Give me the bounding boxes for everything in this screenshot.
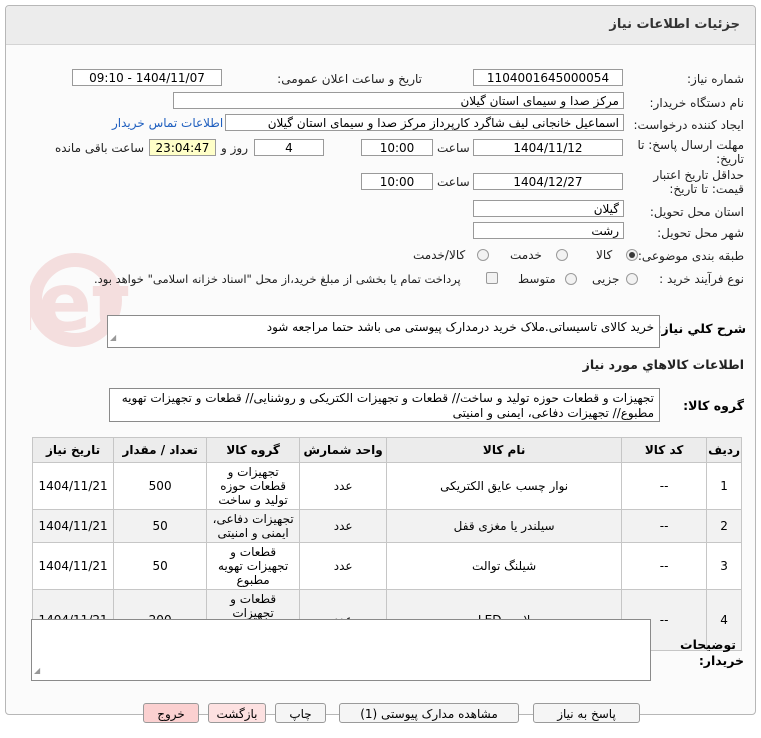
validity-label: حداقل تاریخ اعتبار (653, 168, 744, 182)
cell-group: تجهیزات دفاعی، ایمنی و امنیتی (206, 509, 301, 543)
buyer-notes-textarea[interactable]: ◢ (31, 619, 651, 681)
col-unit: واحد شمارش (299, 437, 388, 463)
cell-row: 2 (706, 509, 742, 543)
col-date: تاریخ نیاز (31, 437, 115, 463)
col-qty: تعداد / مقدار (113, 437, 208, 463)
cell-name: شیلنگ توالت (386, 542, 623, 590)
view-attachments-button[interactable]: مشاهده مدارک پیوستی (1) (339, 703, 519, 723)
process-option-minor: جزیی (592, 272, 620, 286)
goods-group-text: تجهیزات و قطعات حوزه تولید و ساخت// قطعا… (121, 391, 654, 420)
validity-label-2: قیمت: تا تاریخ: (669, 182, 744, 196)
cell-unit: عدد (299, 542, 388, 590)
cell-code: -- (621, 462, 708, 510)
cell-row: 3 (706, 542, 742, 590)
buyer-org-field: مرکز صدا و سیمای استان گیلان (173, 92, 624, 109)
table-header-row: ردیف کد کالا نام کالا واحد شمارش گروه کا… (31, 437, 742, 463)
back-button[interactable]: بازگشت (208, 703, 266, 723)
days-label: روز و (221, 141, 248, 155)
category-option-both: کالا/خدمت (413, 248, 466, 262)
deadline-time-field: 10:00 (361, 139, 433, 156)
process-radio-minor[interactable] (626, 273, 638, 285)
validity-date-field: 1404/12/27 (473, 173, 623, 190)
cell-code: -- (621, 542, 708, 590)
exit-button[interactable]: خروج (143, 703, 199, 723)
category-radio-service[interactable] (556, 249, 568, 261)
print-button[interactable]: چاپ (275, 703, 326, 723)
process-label: نوع فرآیند خرید : (659, 272, 744, 286)
category-radio-both[interactable] (477, 249, 489, 261)
deadline-date-field: 1404/11/12 (473, 139, 623, 156)
requester-label: ایجاد کننده درخواست: (633, 118, 744, 132)
cell-date: 1404/11/21 (31, 509, 115, 543)
contact-buyer-link[interactable]: اطلاعات تماس خریدار (112, 116, 223, 130)
goods-section-title: اطلاعات کالاهاي مورد نياز (582, 357, 744, 372)
col-code: کد کالا (621, 437, 708, 463)
panel-header: جزئیات اطلاعات نیاز (6, 6, 755, 45)
category-label: طبقه بندی موضوعی: (637, 249, 744, 263)
cell-group: تجهیزات و قطعات حوزه تولید و ساخت (206, 462, 301, 510)
province-label: استان محل تحویل: (649, 205, 744, 219)
buyer-org-label: نام دستگاه خریدار: (649, 96, 745, 110)
table-row: 3 -- شیلنگ توالت عدد قطعات و تجهیزات تهو… (31, 542, 742, 590)
description-text: خرید کالای تاسیساتی.ملاک خرید درمدارک پی… (266, 320, 654, 334)
cell-unit: عدد (299, 509, 388, 543)
description-label: شرح کلي نياز: (656, 321, 746, 336)
category-radio-goods[interactable] (626, 249, 638, 261)
payment-note: پرداخت تمام یا بخشی از مبلغ خرید،از محل … (94, 272, 461, 286)
description-textarea: خرید کالای تاسیساتی.ملاک خرید درمدارک پی… (107, 315, 660, 348)
category-option-service: خدمت (510, 248, 542, 262)
requester-field: اسماعیل خانجانی لیف شاگرد کارپرداز مرکز … (225, 114, 624, 131)
province-field: گیلان (473, 200, 624, 217)
table-row: 1 -- نوار چسب عایق الکتریکی عدد تجهیزات … (31, 462, 742, 510)
need-number-label: شماره نیاز: (687, 72, 744, 86)
validity-time-label: ساعت (437, 175, 470, 189)
resize-grip-icon: ◢ (110, 333, 117, 342)
reply-button[interactable]: پاسخ به نیاز (533, 703, 640, 723)
buyer-notes-label-2: خریدار: (698, 653, 744, 668)
process-option-medium: متوسط (518, 272, 556, 286)
city-field: رشت (473, 222, 624, 239)
col-row: ردیف (706, 437, 742, 463)
col-group: گروه کالا (206, 437, 301, 463)
need-number-field: 1104001645000054 (473, 69, 623, 86)
remaining-time-field: 23:04:47 (149, 139, 216, 156)
days-field: 4 (254, 139, 324, 156)
announce-field: 1404/11/07 - 09:10 (72, 69, 222, 86)
announce-label: تاریخ و ساعت اعلان عمومی: (277, 72, 422, 86)
cell-group: قطعات و تجهیزات تهویه مطبوع (206, 542, 301, 590)
validity-time-field: 10:00 (361, 173, 433, 190)
category-option-goods: کالا (596, 248, 613, 262)
city-label: شهر محل تحویل: (657, 226, 744, 240)
remaining-label: ساعت باقی مانده (55, 141, 145, 155)
col-name: نام کالا (386, 437, 623, 463)
cell-qty: 50 (113, 509, 208, 543)
goods-group-label: گروه کالا: (683, 398, 744, 413)
table-row: 2 -- سیلندر یا مغزی قفل عدد تجهیزات دفاع… (31, 509, 742, 543)
deadline-label: مهلت ارسال پاسخ: تا (637, 138, 744, 152)
cell-date: 1404/11/21 (31, 462, 115, 510)
process-radio-medium[interactable] (565, 273, 577, 285)
cell-code: -- (621, 509, 708, 543)
cell-row: 1 (706, 462, 742, 510)
buyer-notes-label: توضیحات (680, 637, 736, 652)
deadline-time-label: ساعت (437, 141, 470, 155)
resize-grip-icon: ◢ (34, 666, 41, 675)
treasury-checkbox[interactable] (486, 272, 498, 284)
deadline-label-2: تاریخ: (716, 152, 744, 166)
cell-unit: عدد (299, 462, 388, 510)
cell-qty: 500 (113, 462, 208, 510)
cell-name: نوار چسب عایق الکتریکی (386, 462, 623, 510)
cell-date: 1404/11/21 (31, 542, 115, 590)
goods-group-textarea: تجهیزات و قطعات حوزه تولید و ساخت// قطعا… (109, 388, 660, 422)
cell-name: سیلندر یا مغزی قفل (386, 509, 623, 543)
cell-qty: 50 (113, 542, 208, 590)
panel-title: جزئیات اطلاعات نیاز (609, 17, 740, 32)
